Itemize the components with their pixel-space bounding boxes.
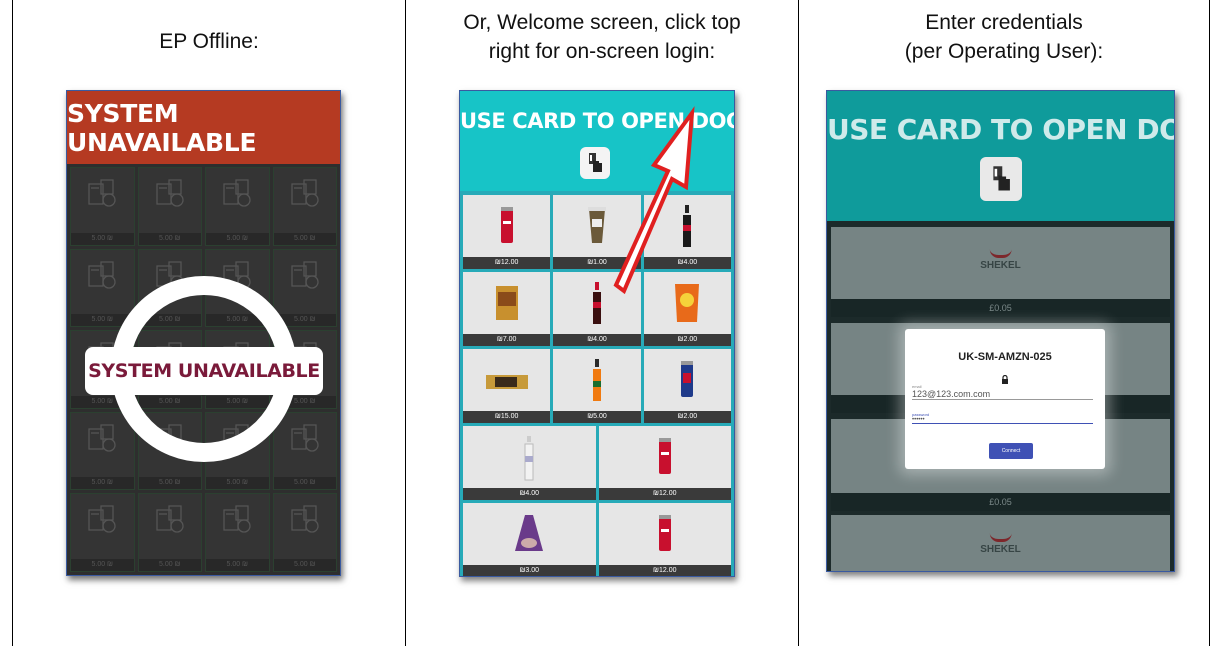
- price-label: 5.00 ₪: [273, 558, 336, 571]
- grocery-bag-icon: [156, 179, 184, 207]
- grocery-bag-icon: [156, 505, 184, 534]
- grocery-bag-icon: [291, 179, 319, 207]
- login-dialog: UK-SM-AMZN-025 email 123@123.com.com pas…: [905, 329, 1105, 469]
- system-unavailable-banner: SYSTEM UNAVAILABLE: [67, 91, 340, 164]
- price-label: 5.00 ₪: [138, 558, 201, 571]
- red-arrow-icon: [613, 106, 695, 295]
- column-heading-login: Enter credentials (per Operating User):: [904, 11, 1104, 63]
- email-field[interactable]: 123@123.com.com: [912, 389, 1093, 400]
- offline-screen: SYSTEM UNAVAILABLE 5.00 ₪ 5.00 ₪ 5.00 ₪ 5.0…: [66, 90, 341, 576]
- grocery-bag-icon: [88, 260, 116, 289]
- product-tile: 5.00 ₪: [70, 411, 135, 491]
- grocery-bag-icon: [88, 505, 116, 534]
- welcome-screen: USE CARD TO OPEN DOOR ₪12.00 ₪1.00 ₪4.00 ₪7…: [459, 90, 735, 577]
- price-label: 5.00 ₪: [273, 232, 336, 245]
- price-label: 5.00 ₪: [206, 232, 269, 245]
- column-divider: [798, 0, 799, 646]
- grocery-bag-icon: [223, 179, 251, 207]
- price-label: 5.00 ₪: [71, 558, 134, 571]
- password-field[interactable]: ••••••: [912, 417, 1093, 424]
- connect-button[interactable]: Connect: [989, 443, 1033, 459]
- login-header: USE CARD TO OPEN DOOR: [827, 91, 1174, 221]
- product-tile: 5.00 ₪: [272, 493, 337, 572]
- product-tile: 5.00 ₪: [70, 167, 135, 246]
- product-tile: 5.00 ₪: [70, 493, 135, 572]
- product-tile: 5.00 ₪: [70, 248, 135, 328]
- product-tile: 5.00 ₪: [205, 167, 270, 246]
- column-heading-welcome: Or, Welcome screen, click top right for o…: [463, 11, 741, 63]
- column-heading-offline: EP Offline:: [159, 30, 259, 53]
- product-tile: 5.00 ₪: [205, 493, 270, 572]
- column-divider: [405, 0, 406, 646]
- device-id: UK-SM-AMZN-025: [958, 351, 1052, 363]
- price-label: 5.00 ₪: [138, 232, 201, 245]
- price-label: 5.00 ₪: [206, 477, 269, 490]
- grocery-bag-icon: [88, 424, 116, 452]
- price-label: 5.00 ₪: [71, 232, 134, 245]
- screen-title: USE CARD TO OPEN DOOR: [827, 113, 1174, 146]
- product-tile: 5.00 ₪: [272, 411, 337, 491]
- grocery-bag-icon: [291, 424, 319, 452]
- price-label: 5.00 ₪: [273, 477, 336, 490]
- price-label: 5.00 ₪: [71, 477, 134, 490]
- grocery-bag-icon: [291, 260, 319, 289]
- grocery-bag-icon: [291, 505, 319, 534]
- product-tile: 5.00 ₪: [137, 493, 202, 572]
- system-unavailable-label: SYSTEM UNAVAILABLE: [85, 347, 323, 395]
- hand-card-icon: [980, 157, 1022, 201]
- login-screen: USE CARD TO OPEN DOOR SHEKEL £0.05 £0.05…: [826, 90, 1175, 572]
- price-label: 5.00 ₪: [206, 558, 269, 571]
- lock-icon: [1001, 371, 1009, 389]
- product-tile: 5.00 ₪: [272, 248, 337, 328]
- grocery-bag-icon: [223, 505, 251, 534]
- product-tile: 5.00 ₪: [137, 167, 202, 246]
- grocery-bag-icon: [88, 179, 116, 207]
- price-label: 5.00 ₪: [138, 477, 201, 490]
- product-tile: 5.00 ₪: [272, 167, 337, 246]
